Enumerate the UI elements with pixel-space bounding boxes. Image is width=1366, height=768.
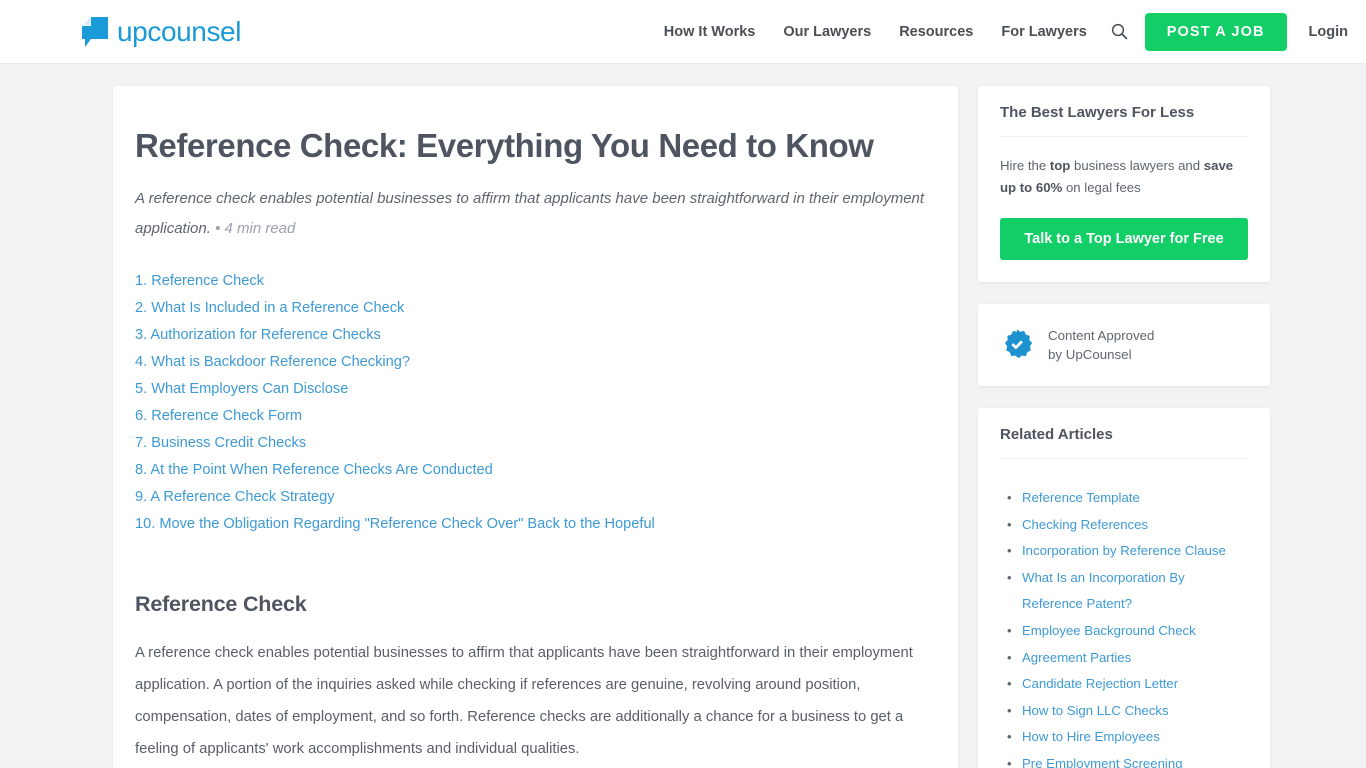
related-articles-title: Related Articles (1000, 426, 1248, 459)
nav-item-resources[interactable]: Resources (885, 24, 987, 40)
related-articles-list: Reference Template Checking References I… (1000, 485, 1248, 768)
content-approved-card: Content Approved by UpCounsel (978, 304, 1270, 386)
related-article-link[interactable]: Incorporation by Reference Clause (1007, 538, 1248, 565)
toc-item[interactable]: 8. At the Point When Reference Checks Ar… (135, 457, 936, 484)
toc-item[interactable]: 2. What Is Included in a Reference Check (135, 295, 936, 322)
nav-item-how-it-works[interactable]: How It Works (650, 24, 770, 40)
logo-wordmark: upcounsel (117, 15, 242, 47)
content-approved-line-1: Content Approved (1048, 328, 1155, 343)
toc-item[interactable]: 6. Reference Check Form (135, 403, 936, 430)
post-a-job-button[interactable]: POST A JOB (1144, 12, 1287, 51)
login-link[interactable]: Login (1287, 24, 1366, 40)
search-icon[interactable] (1103, 15, 1137, 49)
table-of-contents: 1. Reference Check 2. What Is Included i… (135, 268, 936, 538)
related-article-link[interactable]: Pre Employment Screening (1007, 751, 1248, 768)
read-time: • 4 min read (215, 219, 296, 237)
toc-item[interactable]: 4. What is Backdoor Reference Checking? (135, 349, 936, 376)
nav-item-for-lawyers[interactable]: For Lawyers (987, 24, 1100, 40)
article-card: Reference Check: Everything You Need to … (113, 86, 958, 768)
main-nav: How It Works Our Lawyers Resources For L… (650, 12, 1366, 51)
related-article-link[interactable]: Checking References (1007, 512, 1248, 539)
nav-item-our-lawyers[interactable]: Our Lawyers (769, 24, 885, 40)
page-body: Reference Check: Everything You Need to … (0, 64, 1366, 768)
toc-item[interactable]: 3. Authorization for Reference Checks (135, 322, 936, 349)
toc-item[interactable]: 5. What Employers Can Disclose (135, 376, 936, 403)
toc-item[interactable]: 10. Move the Obligation Regarding "Refer… (135, 511, 936, 538)
related-articles-card: Related Articles Reference Template Chec… (978, 408, 1270, 768)
related-article-link[interactable]: Agreement Parties (1007, 645, 1248, 672)
related-article-link[interactable]: Reference Template (1007, 485, 1248, 512)
document-speech-bubble-icon (82, 16, 108, 47)
page-title: Reference Check: Everything You Need to … (135, 127, 874, 164)
content-approved-text: Content Approved by UpCounsel (1048, 326, 1154, 364)
toc-item[interactable]: 1. Reference Check (135, 268, 936, 295)
promo-copy-bold-1: top (1049, 158, 1071, 173)
related-article-link[interactable]: How to Sign LLC Checks (1007, 698, 1248, 725)
promo-copy-2: business lawyers and (1070, 158, 1204, 173)
talk-to-lawyer-button[interactable]: Talk to a Top Lawyer for Free (1000, 218, 1248, 260)
section-body-reference-check: A reference check enables potential busi… (135, 644, 913, 757)
related-article-link[interactable]: Candidate Rejection Letter (1007, 671, 1248, 698)
content-approved-line-2: by UpCounsel (1048, 347, 1132, 362)
related-article-link[interactable]: Employee Background Check (1007, 618, 1248, 645)
toc-item[interactable]: 9. A Reference Check Strategy (135, 484, 936, 511)
promo-copy: Hire the top business lawyers and save u… (1000, 155, 1248, 199)
site-header: upcounsel How It Works Our Lawyers Resou… (0, 0, 1366, 64)
promo-card: The Best Lawyers For Less Hire the top b… (978, 86, 1270, 282)
sidebar: The Best Lawyers For Less Hire the top b… (978, 86, 1270, 768)
toc-item[interactable]: 7. Business Credit Checks (135, 430, 936, 457)
promo-copy-3: on legal fees (1062, 180, 1141, 195)
related-article-link[interactable]: What Is an Incorporation By Reference Pa… (1007, 565, 1248, 618)
logo-link[interactable]: upcounsel (82, 16, 241, 48)
promo-copy-1: Hire the (1000, 158, 1050, 173)
promo-title: The Best Lawyers For Less (1000, 104, 1248, 137)
related-article-link[interactable]: How to Hire Employees (1007, 724, 1248, 751)
section-heading-reference-check: Reference Check (135, 591, 307, 616)
verified-check-badge-icon (1004, 329, 1033, 359)
article-standfirst: A reference check enables potential busi… (135, 184, 936, 244)
